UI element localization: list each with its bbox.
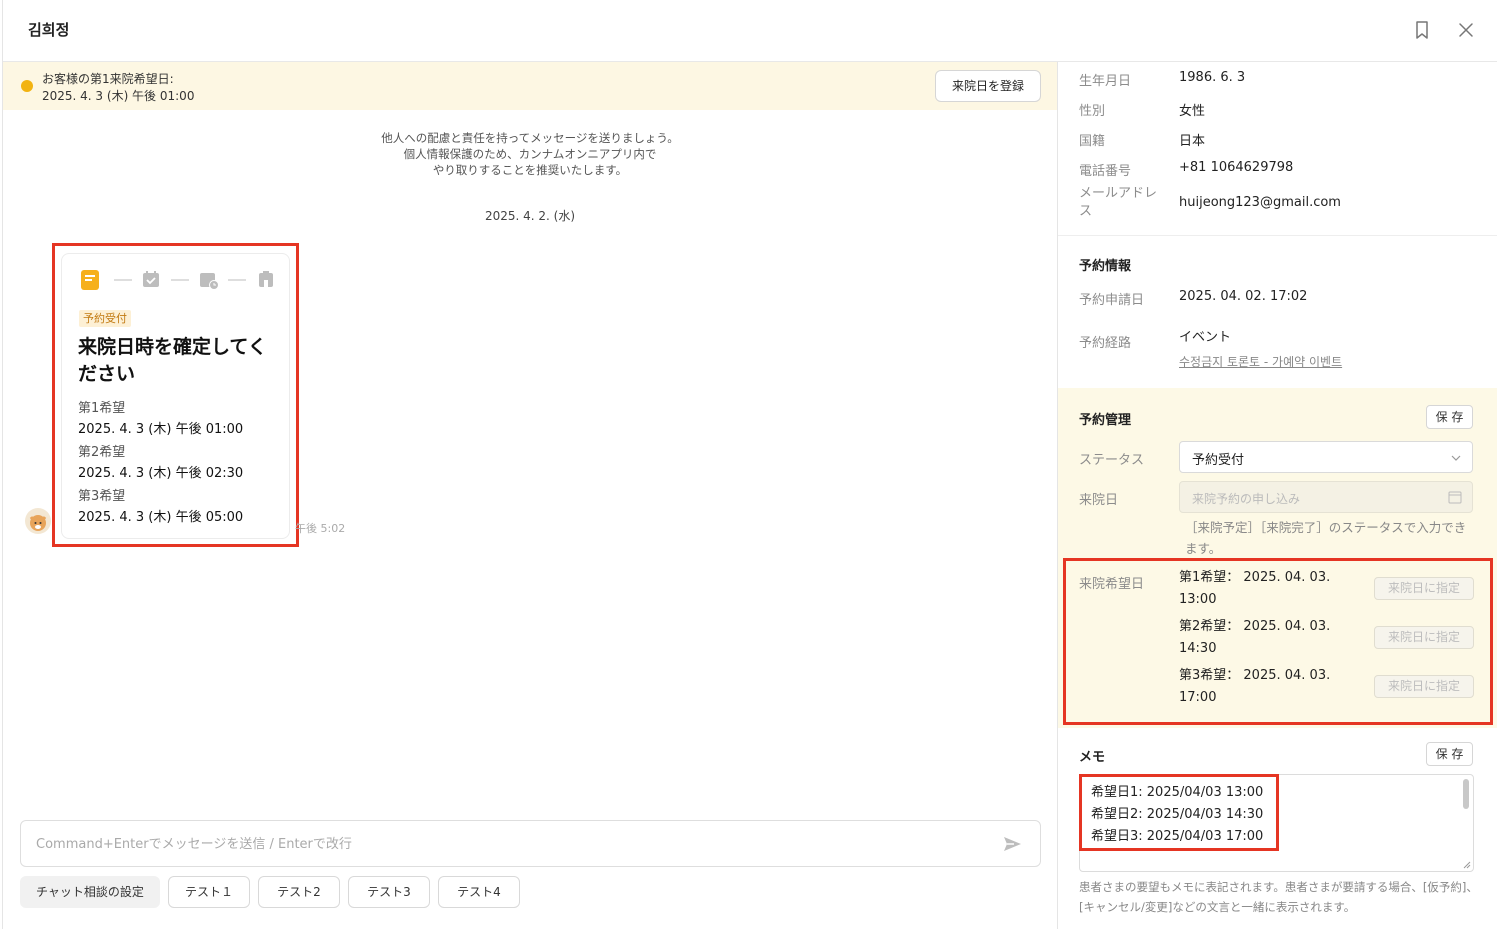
- memo-line: 希望日1: 2025/04/03 13:00: [1091, 785, 1264, 800]
- management-title: 予約管理: [1079, 413, 1132, 428]
- memo-line: 希望日2: 2025/04/03 14:30: [1091, 807, 1264, 822]
- gender-label: 性別: [1079, 104, 1106, 119]
- preferred-date-line: 第1希望： 2025. 04. 03.: [1179, 570, 1331, 585]
- preference-label: 第2希望: [78, 445, 126, 460]
- memo-line: 希望日3: 2025/04/03 17:00: [1091, 829, 1264, 844]
- email-value: huijeong123@gmail.com: [1179, 195, 1341, 210]
- send-icon[interactable]: [1001, 833, 1023, 855]
- date-separator: 2025. 4. 2. (水): [484, 209, 576, 223]
- birthdate-value: 1986. 6. 3: [1179, 70, 1246, 85]
- gender-value: 女性: [1179, 104, 1206, 119]
- building-icon: [257, 270, 275, 292]
- preferred-date-line: 第3希望： 2025. 04. 03.: [1179, 668, 1331, 683]
- status-select[interactable]: 予約受付: [1179, 441, 1473, 473]
- preference-label: 第3希望: [78, 489, 126, 504]
- preferred-date-label: 来院希望日: [1079, 577, 1145, 592]
- route-value: イベント: [1179, 330, 1232, 345]
- visit-notice: お客様の第1来院希望日: 2025. 4. 3 (木) 午後 01:00 来院日…: [3, 62, 1057, 110]
- message-input[interactable]: [36, 833, 976, 855]
- nationality-value: 日本: [1179, 134, 1206, 149]
- route-label: 予約経路: [1079, 336, 1132, 351]
- email-label: メールアドレス: [1079, 186, 1158, 219]
- preference-value: 2025. 4. 3 (木) 午後 01:00: [78, 422, 244, 437]
- visit-date-help: ［来院予定］［来院完了］のステータスで入力できます。: [1185, 520, 1467, 556]
- visit-date-input: 来院予約の申し込み: [1179, 481, 1473, 513]
- phone-label: 電話番号: [1079, 164, 1132, 179]
- calendar-clock-icon: [199, 270, 219, 294]
- system-message: 他人への配慮と責任を持ってメッセージを送りましょう。 個人情報保護のため、カンナ…: [303, 130, 757, 178]
- chat-pane: お客様の第1来院希望日: 2025. 4. 3 (木) 午後 01:00 来院日…: [3, 62, 1057, 929]
- close-icon[interactable]: [1455, 19, 1477, 41]
- save-memo-button[interactable]: 保 存: [1426, 742, 1473, 766]
- chat-window: 김희정 お客様の第1来院希望日: 2025. 4. 3 (木) 午後 01:00…: [2, 0, 1497, 929]
- document-icon: [80, 269, 100, 295]
- apply-date-label: 予約申請日: [1079, 293, 1145, 308]
- event-link[interactable]: 수정금지 토론토 - 가예약 이벤트: [1179, 353, 1342, 370]
- bookmark-icon[interactable]: [1411, 19, 1433, 41]
- status-badge: 予約受付: [79, 310, 131, 327]
- visit-date-placeholder: 来院予約の申し込み: [1192, 492, 1301, 506]
- system-message-line: やり取りすることを推奨いたします。: [432, 163, 628, 177]
- memo-title: メモ: [1079, 750, 1106, 765]
- nationality-label: 国籍: [1079, 134, 1106, 149]
- reservation-info-title: 予約情報: [1079, 259, 1132, 274]
- birthdate-label: 生年月日: [1079, 74, 1132, 89]
- notice-line-2: 2025. 4. 3 (木) 午後 01:00: [42, 89, 195, 103]
- preferred-date-time: 13:00: [1179, 592, 1217, 607]
- preferred-date-time: 17:00: [1179, 690, 1217, 705]
- save-management-button[interactable]: 保 存: [1426, 405, 1473, 429]
- quick-reply-button[interactable]: テスト2: [258, 876, 340, 908]
- register-visit-button[interactable]: 来院日を登録: [935, 70, 1041, 102]
- apply-date-value: 2025. 04. 02. 17:02: [1179, 289, 1308, 304]
- notice-line-1: お客様の第1来院希望日:: [42, 72, 174, 86]
- preference-value: 2025. 4. 3 (木) 午後 02:30: [78, 466, 244, 481]
- calendar-check-icon: [142, 270, 160, 292]
- reservation-card[interactable]: 予約受付 来院日時を確定してください 第1希望 2025. 4. 3 (木) 午…: [61, 253, 290, 539]
- reservation-management: 予約管理 保 存 ステータス 予約受付 来院日 来院予約の申し込み ［来院予定］…: [1058, 388, 1497, 728]
- avatar[interactable]: [25, 508, 51, 534]
- quick-reply-button[interactable]: テスト3: [348, 876, 430, 908]
- preference-label: 第1希望: [78, 401, 126, 416]
- quick-reply-button[interactable]: テスト１: [168, 876, 250, 908]
- system-message-line: 他人への配慮と責任を持ってメッセージを送りましょう。: [381, 131, 679, 145]
- progress-steps: [80, 268, 280, 292]
- message-time: 午後 5:02: [295, 522, 346, 535]
- info-icon: [21, 80, 33, 92]
- assign-visit-button[interactable]: 来院日に指定: [1374, 626, 1474, 649]
- card-headline: 来院日時を確定してください: [78, 336, 267, 385]
- resize-handle-icon[interactable]: [1461, 859, 1471, 869]
- preferred-date-line: 第2希望： 2025. 04. 03.: [1179, 619, 1331, 634]
- memo-help: 患者さまの要望もメモに表記されます。患者さまが要請する場合、[仮予約]、[キャン…: [1079, 880, 1478, 914]
- assign-visit-button[interactable]: 来院日に指定: [1374, 577, 1474, 600]
- page-title: 김희정: [28, 21, 70, 39]
- detail-pane: 生年月日 1986. 6. 3 性別 女性 国籍 日本 電話番号 +81 106…: [1057, 62, 1497, 929]
- preferred-date-time: 14:30: [1179, 641, 1217, 656]
- message-input-box: [20, 820, 1041, 867]
- visit-date-label: 来院日: [1079, 493, 1119, 508]
- status-select-value: 予約受付: [1192, 453, 1245, 468]
- chevron-down-icon: [1451, 455, 1461, 461]
- highlight-box-card: 予約受付 来院日時を確定してください 第1希望 2025. 4. 3 (木) 午…: [52, 243, 299, 547]
- status-label: ステータス: [1079, 453, 1145, 468]
- calendar-icon: [1448, 491, 1462, 504]
- preference-value: 2025. 4. 3 (木) 午後 05:00: [78, 510, 244, 525]
- chat-settings-button[interactable]: チャット相談の設定: [20, 876, 160, 908]
- quick-reply-button[interactable]: テスト4: [438, 876, 520, 908]
- system-message-line: 個人情報保護のため、カンナムオンニアプリ内で: [403, 147, 657, 161]
- phone-value: +81 1064629798: [1179, 160, 1294, 175]
- scrollbar[interactable]: [1463, 779, 1469, 809]
- header: 김희정: [3, 0, 1497, 62]
- assign-visit-button[interactable]: 来院日に指定: [1374, 675, 1474, 698]
